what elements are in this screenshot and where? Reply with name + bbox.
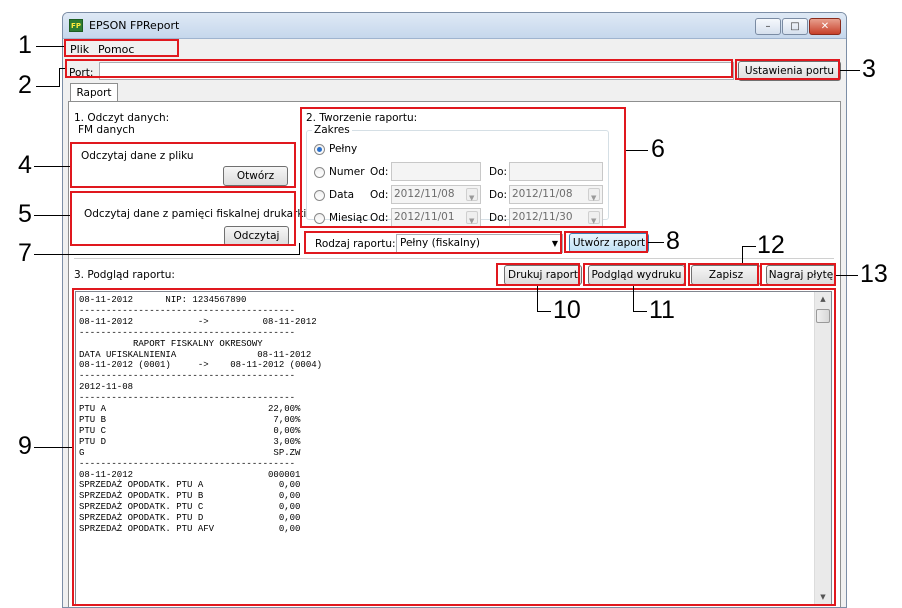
title-bar[interactable]: FP EPSON FPReport – □ ✕ [63, 13, 846, 39]
annotation-box-port [65, 59, 733, 78]
maximize-button[interactable]: □ [782, 18, 808, 35]
annotation-line-2 [36, 86, 60, 87]
annotation-line-12b [742, 246, 756, 247]
annotation-number-6: 6 [651, 135, 665, 163]
annotation-line-10 [537, 286, 538, 311]
annotation-line-8 [648, 242, 664, 243]
annotation-line-4 [34, 166, 70, 167]
fm-data-group-title: FM danych [78, 124, 135, 136]
annotation-line-12 [742, 246, 743, 263]
annotation-line-9 [34, 447, 72, 448]
close-button[interactable]: ✕ [809, 18, 841, 35]
annotation-box-range [300, 107, 626, 228]
annotation-box-report-type [304, 231, 562, 254]
app-icon: FP [69, 19, 83, 32]
section1-title: 1. Odczyt danych: [74, 112, 170, 124]
annotation-number-2: 2 [18, 71, 32, 99]
annotation-line-11 [633, 286, 634, 311]
annotation-number-1: 1 [18, 31, 32, 59]
annotation-box-memory [70, 191, 296, 246]
annotation-line-1 [36, 46, 64, 47]
annotation-box-create [564, 231, 648, 253]
annotation-box-burn [760, 263, 836, 286]
annotation-box-port-settings [735, 59, 840, 80]
annotation-box-file [70, 142, 296, 188]
annotation-box-print [496, 263, 580, 286]
annotation-number-5: 5 [18, 200, 32, 228]
annotation-line-6 [626, 150, 648, 151]
window-title: EPSON FPReport [89, 19, 180, 32]
annotation-line-2c [59, 68, 65, 69]
annotation-number-12: 12 [757, 231, 785, 259]
annotation-number-13: 13 [860, 260, 888, 288]
annotation-line-11b [633, 311, 647, 312]
annotation-number-7: 7 [18, 239, 32, 267]
section3-title: 3. Podgląd raportu: [74, 269, 175, 281]
annotation-number-9: 9 [18, 432, 32, 460]
annotation-box-print-preview [583, 263, 686, 286]
annotation-line-3 [840, 70, 860, 71]
annotation-box-menu [64, 39, 179, 57]
annotation-number-8: 8 [666, 227, 680, 255]
annotation-number-3: 3 [862, 55, 876, 83]
annotation-line-7 [34, 254, 300, 255]
annotation-line-13 [836, 275, 858, 276]
annotation-number-10: 10 [553, 296, 581, 324]
divider [74, 258, 834, 259]
annotation-box-preview [72, 288, 836, 606]
annotation-line-5 [34, 215, 70, 216]
annotation-line-2b [59, 68, 60, 87]
minimize-button[interactable]: – [755, 18, 781, 35]
annotation-number-11: 11 [649, 296, 675, 324]
annotation-box-save [688, 263, 759, 286]
menu-bar: Plik Pomoc [63, 40, 846, 59]
annotation-line-7b [299, 243, 300, 255]
annotation-number-4: 4 [18, 151, 32, 179]
tab-raport[interactable]: Raport [70, 83, 118, 102]
annotation-line-10b [537, 311, 551, 312]
